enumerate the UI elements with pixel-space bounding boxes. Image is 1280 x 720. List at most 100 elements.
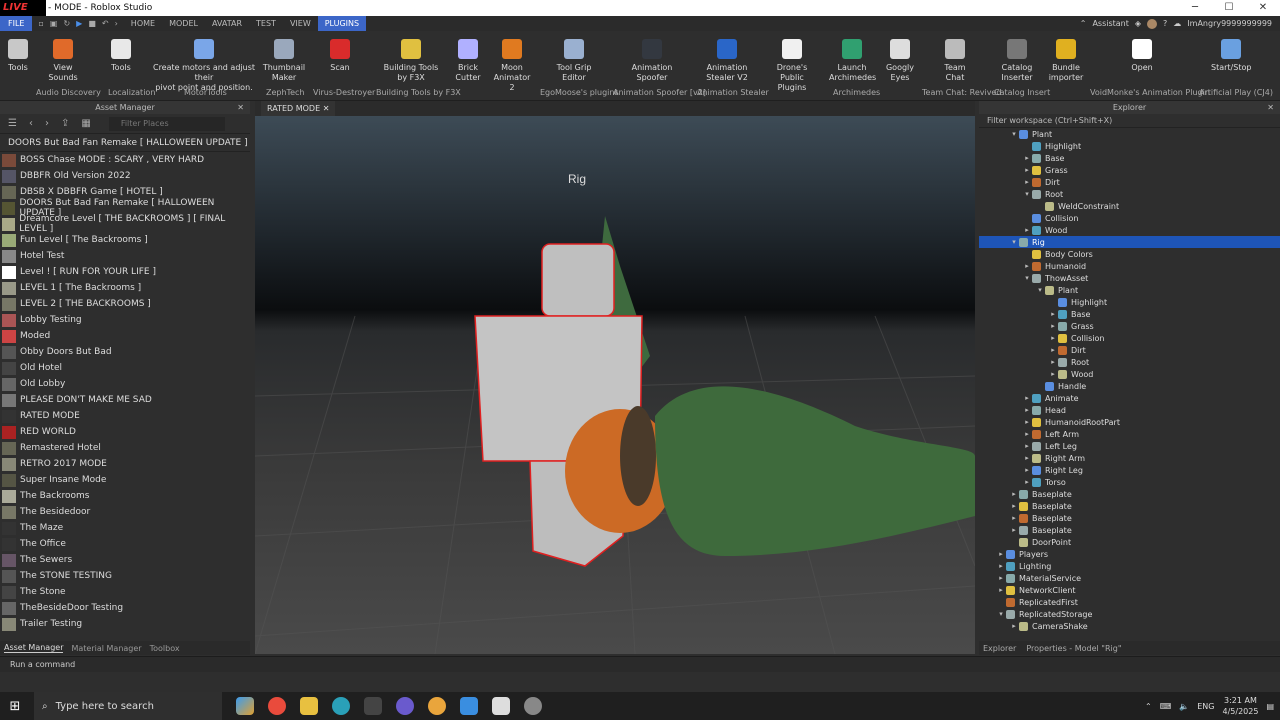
place-item[interactable]: The Stone — [0, 584, 250, 600]
tree-item[interactable]: ▸ Wood — [979, 368, 1280, 380]
ribbon-button-15[interactable]: Team Chat — [940, 37, 970, 83]
tab-avatar[interactable]: AVATAR — [205, 16, 249, 31]
help-icon[interactable]: ? — [1163, 19, 1167, 28]
expand-icon[interactable]: ▸ — [1009, 526, 1019, 534]
tree-item[interactable]: ▸ NetworkClient — [979, 584, 1280, 596]
place-item[interactable]: LEVEL 2 [ THE BACKROOMS ] — [0, 296, 250, 312]
expand-icon[interactable]: ▸ — [1022, 178, 1032, 186]
copilot-icon[interactable] — [236, 697, 254, 715]
tree-item[interactable]: ▸ Baseplate — [979, 488, 1280, 500]
expand-icon[interactable]: ▸ — [1022, 226, 1032, 234]
expand-icon[interactable]: ▸ — [1009, 622, 1019, 630]
ribbon-button-5[interactable]: Scan — [325, 37, 355, 73]
taskbar-search[interactable]: ⌕ Type here to search — [34, 692, 222, 720]
tree-item[interactable]: DoorPoint — [979, 536, 1280, 548]
ribbon-button-9[interactable]: Tool Grip Editor — [554, 37, 594, 83]
place-item[interactable]: TheBesideDoor Testing — [0, 600, 250, 616]
edge-icon[interactable] — [332, 697, 350, 715]
tool-grass[interactable] — [655, 386, 975, 556]
new-icon[interactable]: ▫ — [38, 19, 43, 28]
panel-tab[interactable]: Explorer — [983, 644, 1016, 653]
close-icon[interactable]: ✕ — [1267, 101, 1274, 114]
place-item[interactable]: Trailer Testing — [0, 616, 250, 632]
tree-item[interactable]: ▸ Animate — [979, 392, 1280, 404]
ribbon-button-6[interactable]: Building Tools by F3X — [381, 37, 441, 83]
tree-item[interactable]: ▸ Players — [979, 548, 1280, 560]
app-icon[interactable] — [364, 697, 382, 715]
tree-item[interactable]: ▸ MaterialService — [979, 572, 1280, 584]
command-bar[interactable]: Run a command — [0, 656, 1280, 672]
file-explorer-icon[interactable] — [300, 697, 318, 715]
expand-icon[interactable]: ▸ — [1009, 502, 1019, 510]
expand-icon[interactable]: ▾ — [1035, 286, 1045, 294]
expand-icon[interactable]: ▸ — [1022, 466, 1032, 474]
tree-item[interactable]: Body Colors — [979, 248, 1280, 260]
expand-icon[interactable]: ▸ — [1022, 394, 1032, 402]
place-item[interactable]: Moded — [0, 328, 250, 344]
maximize-icon[interactable]: ☐ — [1212, 0, 1246, 16]
expand-icon[interactable]: ▸ — [1022, 418, 1032, 426]
ribbon-button-1[interactable]: View Sounds — [43, 37, 83, 83]
stop-icon[interactable]: ■ — [88, 19, 96, 28]
tree-item[interactable]: ▸ Left Arm — [979, 428, 1280, 440]
tree-item[interactable]: WeldConstraint — [979, 200, 1280, 212]
ribbon-button-11[interactable]: Animation Stealer V2 — [705, 37, 749, 83]
menu-icon[interactable]: ☰ — [8, 118, 17, 129]
tree-item[interactable]: ▸ Right Leg — [979, 464, 1280, 476]
ribbon-button-7[interactable]: Brick Cutter — [453, 37, 483, 83]
obs-icon[interactable] — [396, 697, 414, 715]
place-item[interactable]: RETRO 2017 MODE — [0, 456, 250, 472]
ribbon-button-17[interactable]: Bundle importer — [1046, 37, 1086, 83]
roblox-icon[interactable] — [492, 697, 510, 715]
ribbon-button-13[interactable]: Launch Archimedes — [829, 37, 876, 83]
place-item[interactable]: Hotel Test — [0, 248, 250, 264]
expand-icon[interactable]: ▸ — [996, 586, 1006, 594]
ribbon-button-10[interactable]: Animation Spoofer — [630, 37, 674, 83]
tree-item[interactable]: ▸ Wood — [979, 224, 1280, 236]
notification-icon[interactable]: ▤ — [1266, 702, 1274, 711]
ribbon-button-2[interactable]: Tools — [106, 37, 136, 73]
expand-icon[interactable]: ▸ — [1048, 310, 1058, 318]
ribbon-button-18[interactable]: Open — [1127, 37, 1157, 73]
file-menu[interactable]: FILE — [0, 16, 33, 31]
ribbon-button-14[interactable]: Googly Eyes — [885, 37, 915, 83]
place-item[interactable]: DBBFR Old Version 2022 — [0, 168, 250, 184]
expand-icon[interactable]: ▾ — [1009, 130, 1019, 138]
expand-icon[interactable]: ▸ — [1048, 322, 1058, 330]
share-icon[interactable]: ◈ — [1135, 19, 1141, 28]
more-icon[interactable]: › — [115, 19, 118, 28]
tree-item[interactable]: ▸ Humanoid — [979, 260, 1280, 272]
tree-item[interactable]: ▾ Root — [979, 188, 1280, 200]
tab-rated-mode[interactable]: RATED MODE ✕ — [261, 101, 336, 116]
assistant-button[interactable]: Assistant — [1092, 19, 1128, 28]
undo-icon[interactable]: ↶ — [102, 19, 109, 28]
tab-test[interactable]: TEST — [249, 16, 283, 31]
expand-icon[interactable]: ▾ — [1022, 190, 1032, 198]
tab-plugins[interactable]: PLUGINS — [317, 16, 367, 31]
tree-item[interactable]: ▸ Grass — [979, 164, 1280, 176]
place-item[interactable]: The Office — [0, 536, 250, 552]
refresh-icon[interactable]: ↻ — [63, 19, 70, 28]
tree-item[interactable]: ▾ ReplicatedStorage — [979, 608, 1280, 620]
expand-icon[interactable]: ▸ — [1022, 430, 1032, 438]
back-icon[interactable]: ‹ — [29, 118, 33, 129]
tree-item[interactable]: Highlight — [979, 140, 1280, 152]
3d-viewport[interactable]: Rig — [255, 116, 975, 654]
tree-item[interactable]: ▸ Collision — [979, 332, 1280, 344]
tree-item[interactable]: ▸ Dirt — [979, 176, 1280, 188]
tree-item[interactable]: ReplicatedFirst — [979, 596, 1280, 608]
place-item[interactable]: RATED MODE — [0, 408, 250, 424]
tree-item[interactable]: ▸ Left Leg — [979, 440, 1280, 452]
expand-icon[interactable]: ▸ — [1009, 490, 1019, 498]
tree-item[interactable]: ▸ Baseplate — [979, 524, 1280, 536]
expand-icon[interactable]: ▸ — [996, 574, 1006, 582]
tree-item[interactable]: ▸ Root — [979, 356, 1280, 368]
expand-icon[interactable]: ▸ — [996, 562, 1006, 570]
tab-home[interactable]: HOME — [124, 16, 162, 31]
tree-item[interactable]: Highlight — [979, 296, 1280, 308]
place-item[interactable]: The Backrooms — [0, 488, 250, 504]
expand-icon[interactable]: ▸ — [1022, 166, 1032, 174]
play-icon[interactable]: ▶ — [76, 19, 82, 28]
scene[interactable]: Rig — [255, 116, 975, 654]
save-icon[interactable]: ▣ — [50, 19, 58, 28]
